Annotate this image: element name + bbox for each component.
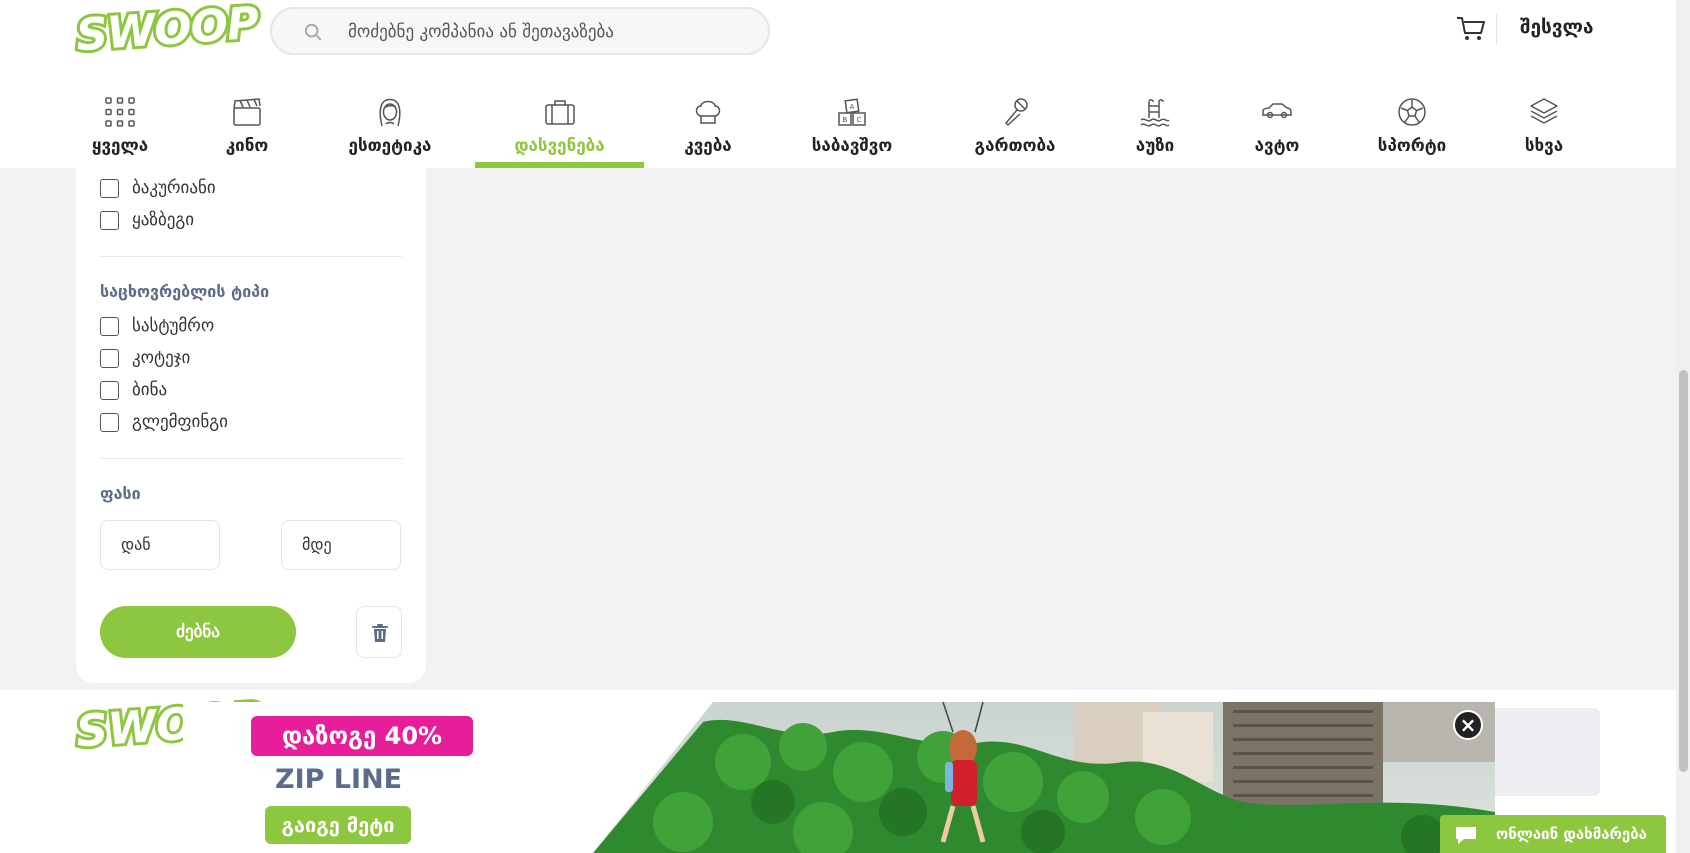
nav-item-vacation[interactable]: დასვენება [475, 96, 644, 168]
nav-label: დასვენება [514, 136, 605, 156]
checkbox[interactable] [100, 316, 119, 336]
chat-label: ონლაინ დახმარება [1496, 825, 1647, 843]
clapperboard-icon [233, 98, 261, 126]
nav-label: აუზი [1135, 136, 1175, 156]
checkbox-label: ბინა [132, 380, 168, 400]
promo-discount-badge: დაზოგე 40% [251, 716, 473, 756]
checkbox-label: გლემფინგი [132, 412, 228, 432]
checkbox[interactable] [100, 412, 119, 432]
active-tab-indicator [475, 162, 644, 168]
checkbox-label: სასტუმრო [132, 316, 215, 336]
scrollbar-thumb[interactable] [1679, 370, 1688, 772]
filter-type-cottage[interactable]: კოტეჯი [100, 347, 190, 369]
checkbox[interactable] [100, 380, 119, 400]
nav-label: ყველა [91, 136, 149, 156]
filter-location-kazbegi[interactable]: ყაზბეგი [100, 209, 194, 231]
clear-filters-button[interactable] [356, 606, 402, 658]
suitcase-icon [544, 100, 575, 125]
filter-type-hotel[interactable]: სასტუმრო [100, 315, 214, 337]
nav-item-sport[interactable]: სპორტი [1370, 96, 1454, 168]
svg-text:C: C [857, 116, 862, 124]
nav-item-food[interactable]: კვება [675, 96, 741, 168]
nav-item-kids[interactable]: B CA საბავშვო [800, 96, 904, 168]
nav-label: საბავშვო [811, 136, 893, 156]
checkbox-label: ყაზბეგი [132, 210, 195, 230]
checkbox[interactable] [100, 178, 119, 198]
nav-label: გართობა [974, 136, 1056, 156]
grid-icon [105, 97, 135, 127]
price-from-input[interactable]: დან [100, 520, 220, 570]
nav-item-entertainment[interactable]: გართობა [965, 96, 1065, 168]
promo-banner[interactable]: დაზოგე 40% ZIP LINE გაიგე მეტი × [183, 702, 1495, 853]
filter-divider [100, 256, 402, 257]
chef-hat-icon [695, 100, 721, 124]
svg-text:A: A [850, 103, 855, 111]
accommodation-type-title: საცხოვრებლის ტიპი [100, 282, 270, 301]
nav-item-pool[interactable]: აუზი [1125, 96, 1185, 168]
filter-location-bakuriani[interactable]: ბაკურიანი [100, 177, 216, 199]
header-divider [1496, 14, 1497, 44]
nav-label: კვება [684, 136, 732, 156]
nav-label: სხვა [1524, 136, 1564, 156]
swoop-logo[interactable]: SWOOP [71, 0, 262, 64]
checkbox-label: კოტეჯი [132, 348, 191, 368]
price-title: ფასი [100, 484, 141, 503]
site-header: SWOOP მოძებნე კომპანია ან შეთავაზება შეს… [0, 0, 1676, 168]
search-bar[interactable]: მოძებნე კომპანია ან შეთავაზება [270, 7, 770, 55]
footer-card [1480, 708, 1600, 796]
nav-label: ავტო [1254, 136, 1300, 156]
checkbox[interactable] [100, 348, 119, 368]
filter-type-apartment[interactable]: ბინა [100, 379, 167, 401]
nav-label: სპორტი [1377, 136, 1447, 156]
microphone-icon [1004, 98, 1028, 127]
promo-learn-more-button[interactable]: გაიგე მეტი [265, 806, 411, 844]
car-icon [1262, 103, 1292, 119]
nav-item-cinema[interactable]: კინო [215, 96, 279, 168]
filter-type-glamping[interactable]: გლემფინგი [100, 411, 228, 433]
woman-face-icon [379, 98, 401, 127]
cart-icon[interactable] [1456, 16, 1486, 42]
nav-item-aesthetics[interactable]: ესთეტიკა [340, 96, 440, 168]
soccer-ball-icon [1398, 98, 1426, 126]
chat-bubble-icon [1456, 827, 1476, 844]
toy-blocks-icon: B CA [838, 98, 866, 126]
pool-ladder-icon [1140, 99, 1170, 127]
filter-panel: ბაკურიანი ყაზბეგი საცხოვრებლის ტიპი სასტ… [76, 168, 426, 683]
login-button[interactable]: შესვლა [1520, 16, 1594, 38]
filter-divider [100, 458, 402, 459]
price-to-input[interactable]: მდე [281, 520, 401, 570]
svg-text:B: B [843, 116, 848, 124]
nav-label: ესთეტიკა [348, 136, 432, 156]
online-help-chat[interactable]: ონლაინ დახმარება [1440, 815, 1666, 853]
trash-icon [372, 624, 388, 642]
nav-item-auto[interactable]: ავტო [1245, 96, 1309, 168]
search-icon [304, 23, 322, 41]
layers-icon [1530, 98, 1558, 124]
page-scrollbar[interactable] [1676, 0, 1690, 853]
search-input[interactable]: მოძებნე კომპანია ან შეთავაზება [348, 22, 614, 42]
promo-title: ZIP LINE [275, 764, 403, 795]
search-button[interactable]: ძებნა [100, 606, 296, 658]
close-icon[interactable]: × [1453, 710, 1483, 740]
nav-item-other[interactable]: სხვა [1514, 96, 1574, 168]
nav-item-all[interactable]: ყველა [88, 96, 152, 168]
checkbox-label: ბაკურიანი [132, 178, 216, 198]
nav-label: კინო [225, 136, 269, 156]
checkbox[interactable] [100, 210, 119, 230]
